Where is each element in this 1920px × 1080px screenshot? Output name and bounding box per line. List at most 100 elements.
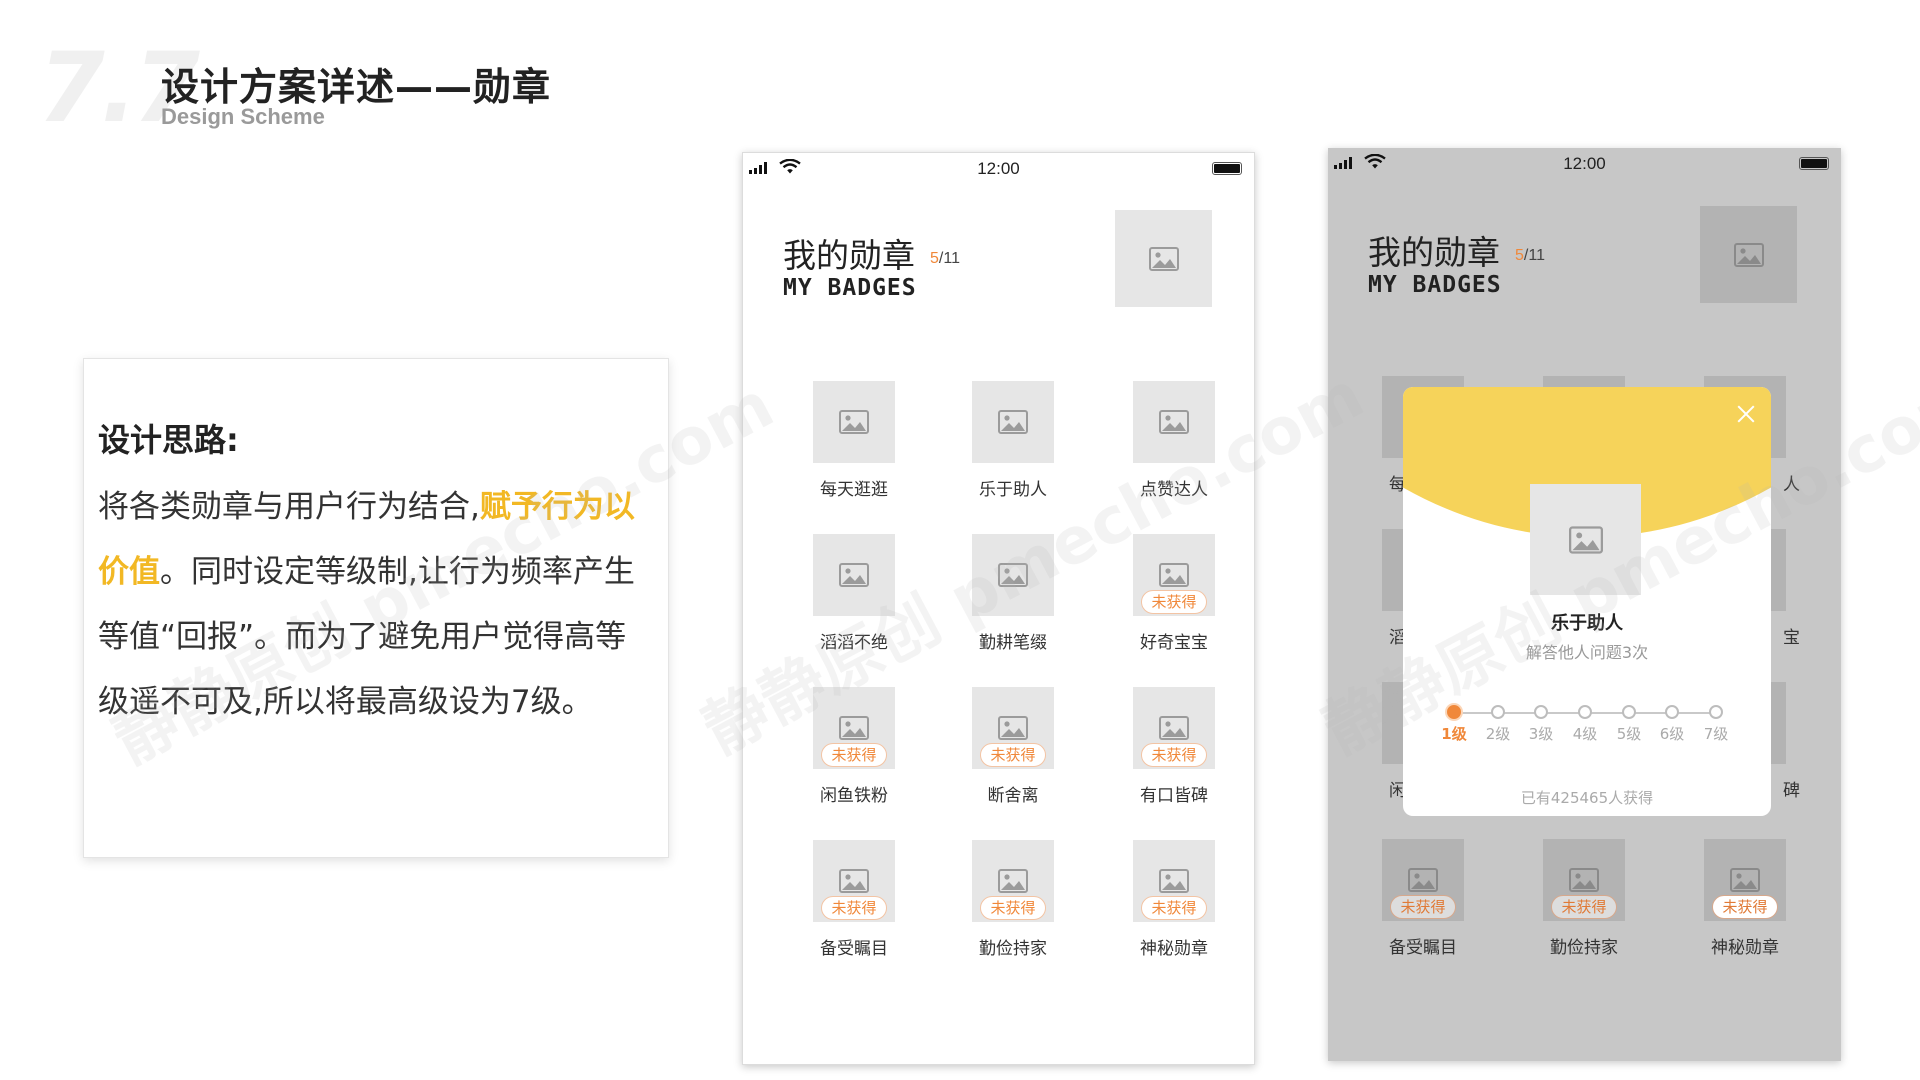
image-placeholder-icon [839, 716, 869, 740]
badge-name: 滔滔不绝 [820, 633, 888, 653]
badge-thumbnail: 未获得 [1133, 687, 1215, 769]
badge-item: 未获得 神秘勋章 [1684, 839, 1804, 959]
status-bar: 12:00 [743, 153, 1254, 183]
badge-item: 未获得 备受瞩目 [1362, 839, 1482, 959]
badge-name: 神秘勋章 [1140, 939, 1208, 959]
badge-name: 乐于助人 [979, 480, 1047, 500]
level-dot [1447, 705, 1461, 719]
badge-thumbnail: 未获得 [1543, 839, 1625, 921]
badge-item[interactable]: 未获得 断舍离 [952, 687, 1072, 807]
badge-item[interactable]: 未获得 有口皆碑 [1113, 687, 1233, 807]
badge-name: 点赞达人 [1140, 480, 1208, 500]
badge-detail-modal: 乐于助人 解答他人问题3次 1级 2级 3级 4级 5级 6级 7级 已有425… [1403, 387, 1771, 816]
badge-item[interactable]: 未获得 神秘勋章 [1113, 840, 1233, 960]
badge-item[interactable]: 未获得 勤俭持家 [952, 840, 1072, 960]
badge-thumbnail: 未获得 [1133, 840, 1215, 922]
badge-thumbnail: 未获得 [813, 687, 895, 769]
image-placeholder-icon [1159, 563, 1189, 587]
badge-item[interactable]: 乐于助人 [952, 381, 1072, 501]
not-obtained-tag: 未获得 [980, 743, 1046, 767]
image-placeholder-icon [1730, 868, 1760, 892]
modal-badge-name: 乐于助人 [1551, 613, 1623, 634]
badge-item[interactable]: 勤耕笔缀 [952, 534, 1072, 654]
badge-item[interactable]: 未获得 闲鱼铁粉 [793, 687, 913, 807]
not-obtained-tag: 未获得 [980, 896, 1046, 920]
status-time: 12:00 [1563, 154, 1606, 173]
close-icon[interactable] [1735, 403, 1757, 425]
image-placeholder-icon [839, 563, 869, 587]
image-placeholder-icon [1159, 716, 1189, 740]
level-step[interactable]: 7级 [1686, 705, 1746, 744]
note-text-before: 将各类勋章与用户行为结合, [98, 489, 480, 525]
badge-name: 闲鱼铁粉 [820, 786, 888, 806]
design-note-body: 将各类勋章与用户行为结合,赋予行为以价值。同时设定等级制,让行为频率产生等值“回… [98, 475, 652, 735]
badge-name: 备受瞩目 [1389, 938, 1457, 958]
image-placeholder-icon [998, 410, 1028, 434]
badge-thumbnail: 未获得 [972, 687, 1054, 769]
badge-thumbnail: 未获得 [1382, 839, 1464, 921]
page-title: 我的勋章 [783, 236, 915, 275]
level-dot [1709, 705, 1723, 719]
badge-name: 断舍离 [987, 786, 1039, 806]
badge-name: 勤俭持家 [1550, 938, 1618, 958]
badge-thumbnail: 未获得 [1133, 534, 1215, 616]
badge-thumbnail [813, 381, 895, 463]
avatar[interactable] [1115, 210, 1212, 307]
badge-name: 好奇宝宝 [1140, 633, 1208, 653]
badge-count-total: /11 [1523, 247, 1545, 264]
page-subtitle: MY BADGES [783, 275, 917, 301]
badge-name: 勤俭持家 [979, 939, 1047, 959]
level-dot [1491, 705, 1505, 719]
badge-count-total: /11 [938, 250, 960, 267]
image-placeholder-icon [1408, 868, 1438, 892]
page-title: 我的勋章 [1368, 233, 1500, 272]
level-label: 7级 [1703, 725, 1729, 743]
section-subtitle: Design Scheme [161, 104, 325, 129]
image-placeholder-icon [1569, 868, 1599, 892]
design-note-title: 设计思路: [98, 421, 239, 459]
badge-item[interactable]: 未获得 好奇宝宝 [1113, 534, 1233, 654]
level-dot [1534, 705, 1548, 719]
badge-name: 有口皆碑 [1140, 786, 1208, 806]
badge-thumbnail [972, 534, 1054, 616]
badge-item[interactable]: 点赞达人 [1113, 381, 1233, 501]
badge-thumbnail [972, 381, 1054, 463]
image-placeholder-icon [1733, 242, 1764, 267]
image-placeholder-icon [839, 869, 869, 893]
image-placeholder-icon [1159, 410, 1189, 434]
battery-icon [1799, 157, 1829, 170]
badge-thumbnail [813, 534, 895, 616]
not-obtained-tag: 未获得 [1141, 590, 1207, 614]
not-obtained-tag: 未获得 [821, 743, 887, 767]
modal-badge-thumbnail [1530, 484, 1641, 595]
not-obtained-tag: 未获得 [1390, 895, 1456, 919]
level-dot [1578, 705, 1592, 719]
badge-count-obtained: 5 [930, 250, 939, 267]
level-dot [1665, 705, 1679, 719]
image-placeholder-icon [998, 716, 1028, 740]
badge-item[interactable]: 未获得 备受瞩目 [793, 840, 913, 960]
badge-thumbnail: 未获得 [972, 840, 1054, 922]
modal-badge-description: 解答他人问题3次 [1525, 643, 1649, 662]
phone-badge-list: 12:00 我的勋章 5/11 MY BADGES 每天逛逛 乐于助人 点赞达人… [742, 152, 1255, 1065]
not-obtained-tag: 未获得 [1141, 743, 1207, 767]
not-obtained-tag: 未获得 [1551, 895, 1617, 919]
badge-count: 5/11 [1515, 247, 1545, 265]
section-title: 设计方案详述——勋章 [161, 65, 552, 109]
badge-count-obtained: 5 [1515, 247, 1524, 264]
phone-badge-detail: 12:00 我的勋章 5/11 MY BADGES 每 人 滔 宝 闲 碑 未获… [1328, 148, 1841, 1061]
not-obtained-tag: 未获得 [1141, 896, 1207, 920]
design-note-card: 设计思路: 将各类勋章与用户行为结合,赋予行为以价值。同时设定等级制,让行为频率… [83, 358, 669, 858]
badge-thumbnail: 未获得 [1704, 839, 1786, 921]
image-placeholder-icon [998, 869, 1028, 893]
note-text-after: 。同时设定等级制,让行为频率产生等值“回报”。而为了避免用户觉得高等级遥不可及,… [98, 554, 635, 720]
image-placeholder-icon [839, 410, 869, 434]
badge-thumbnail: 未获得 [813, 840, 895, 922]
badge-thumbnail [1133, 381, 1215, 463]
image-placeholder-icon [1159, 869, 1189, 893]
badge-item[interactable]: 滔滔不绝 [793, 534, 913, 654]
battery-icon [1212, 162, 1242, 175]
badge-item[interactable]: 每天逛逛 [793, 381, 913, 501]
status-bar: 12:00 [1328, 148, 1841, 178]
badge-name: 勤耕笔缀 [979, 633, 1047, 653]
